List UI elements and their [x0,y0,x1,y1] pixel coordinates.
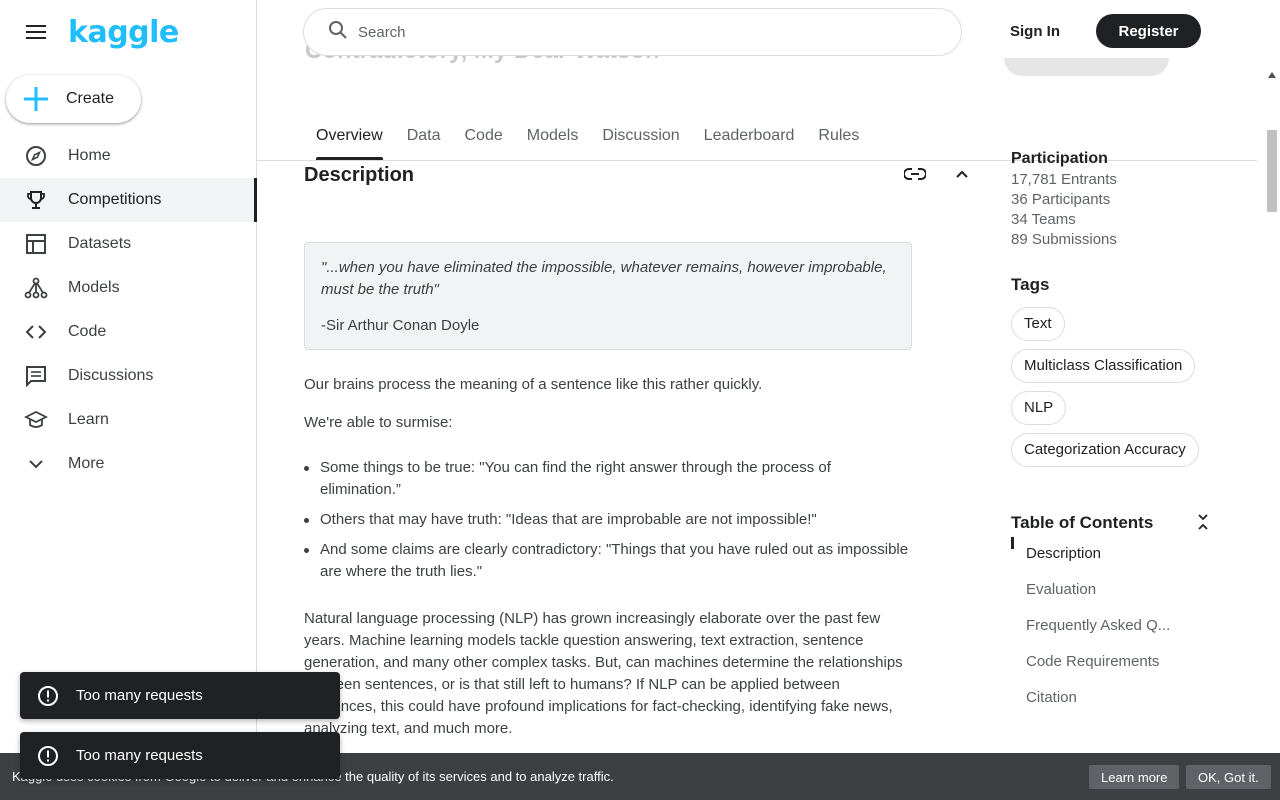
register-button[interactable]: Register [1096,14,1201,48]
entrants-stat: 17,781 Entrants [1011,171,1117,188]
sidebar-item-competitions[interactable]: Competitions [0,178,257,222]
paragraph: We're able to surmise: [304,414,453,431]
sidebar-item-label: More [68,455,105,472]
toc-item-evaluation[interactable]: Evaluation [1011,571,1231,607]
tag-chip[interactable]: Text [1011,307,1065,341]
search-bar[interactable] [303,8,962,56]
tag-chip[interactable]: Multiclass Classification [1011,349,1196,383]
tags-title: Tags [1011,275,1050,294]
sidebar-item-learn[interactable]: Learn [0,398,257,442]
toast-notification: Too many requests [20,732,340,779]
comment-icon [24,364,48,388]
scrollbar-thumb[interactable] [1267,130,1277,212]
toast-notification: Too many requests [20,672,340,719]
quote-text: "...when you have eliminated the impossi… [321,259,887,298]
paragraph: Our brains process the meaning of a sent… [304,376,763,393]
sidebar-item-label: Models [68,279,120,296]
join-button-ghost [1004,58,1169,76]
tab-discussion[interactable]: Discussion [590,112,691,160]
link-icon[interactable] [902,161,928,187]
plus-icon [22,85,50,113]
toc-item-faq[interactable]: Frequently Asked Q... [1011,607,1231,643]
chevron-down-icon [24,452,48,476]
compass-icon [24,144,48,168]
toc-list: Description Evaluation Frequently Asked … [1011,535,1231,715]
models-icon [24,276,48,300]
quote-author: -Sir Arthur Conan Doyle [321,317,480,334]
toc-item-citation[interactable]: Citation [1011,679,1231,715]
search-input[interactable] [358,23,918,41]
create-label: Create [66,90,115,107]
chevron-up-icon[interactable] [950,161,974,187]
description-heading: Description [304,163,415,186]
tab-rules[interactable]: Rules [806,112,871,160]
kaggle-logo[interactable]: kaggle [68,15,179,50]
trophy-icon [24,188,48,212]
participants-stat: 36 Participants [1011,191,1111,208]
ok-got-it-button[interactable]: OK, Got it. [1186,765,1271,789]
list-item: Some things to be true: "You can find th… [304,457,914,501]
sidebar-header: kaggle [0,0,256,64]
competition-tabs: Overview Data Code Models Discussion Lea… [304,112,871,160]
toc-item-description[interactable]: Description [1011,535,1231,571]
collapse-all-icon[interactable] [1197,513,1209,536]
alert-circle-icon [36,744,60,768]
scroll-up-arrow-icon[interactable] [1267,66,1277,78]
create-button[interactable]: Create [6,75,141,123]
sidebar-item-label: Home [68,147,111,164]
right-sidebar: Participation 17,781 Entrants 36 Partici… [1011,150,1231,715]
sidebar-item-label: Datasets [68,235,132,252]
quote-block: "...when you have eliminated the impossi… [304,242,912,350]
sidebar-item-label: Code [68,323,107,340]
tab-code[interactable]: Code [452,112,514,160]
code-icon [24,320,48,344]
alert-circle-icon [36,684,60,708]
participation-title: Participation [1011,150,1108,167]
tab-data[interactable]: Data [395,112,453,160]
toc-item-code-requirements[interactable]: Code Requirements [1011,643,1231,679]
tag-list: Text Multiclass Classification NLP Categ… [1011,307,1231,475]
sidebar-item-home[interactable]: Home [0,134,257,178]
tab-models[interactable]: Models [515,112,591,160]
list-item: Others that may have truth: "Ideas that … [304,509,914,531]
description-section: Description "...when you have eliminated… [304,161,984,737]
description-header: Description [304,161,984,189]
bullet-list: Some things to be true: "You can find th… [304,457,914,591]
tab-overview[interactable]: Overview [304,112,395,160]
sidebar-item-more[interactable]: More [0,442,257,486]
school-icon [24,408,48,432]
sidebar-item-models[interactable]: Models [0,266,257,310]
list-item: And some claims are clearly contradictor… [304,539,914,583]
tag-chip[interactable]: Categorization Accuracy [1011,433,1199,467]
teams-stat: 34 Teams [1011,211,1076,228]
menu-icon[interactable] [24,20,48,44]
sidebar-item-code[interactable]: Code [0,310,257,354]
sidebar-item-datasets[interactable]: Datasets [0,222,257,266]
learn-more-button[interactable]: Learn more [1089,765,1180,789]
toast-message: Too many requests [76,687,203,704]
toc-header: Table of Contents [1011,513,1231,533]
submissions-stat: 89 Submissions [1011,231,1117,248]
sidebar-item-label: Learn [68,411,109,428]
sidebar-nav: Home Competitions Datasets Models Code D… [0,134,257,486]
sign-in-button[interactable]: Sign In [996,14,1074,48]
toast-message: Too many requests [76,747,203,764]
sidebar-item-discussions[interactable]: Discussions [0,354,257,398]
tag-chip[interactable]: NLP [1011,391,1067,425]
table-icon [24,232,48,256]
sidebar-item-label: Discussions [68,367,154,384]
search-icon [328,20,348,45]
tab-leaderboard[interactable]: Leaderboard [692,112,807,160]
paragraph: Natural language processing (NLP) has gr… [304,610,903,737]
sidebar-item-label: Competitions [68,191,162,208]
